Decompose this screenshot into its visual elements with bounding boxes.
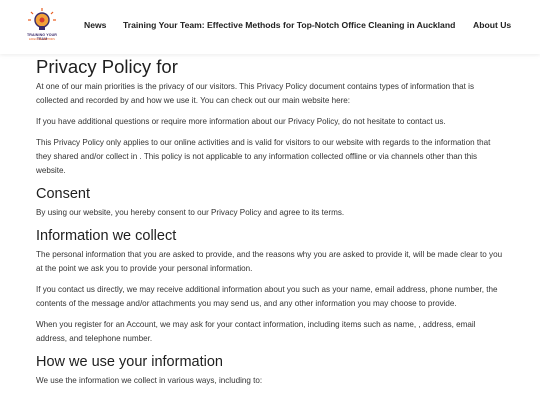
nav-link-training[interactable]: Training Your Team: Effective Methods fo… — [123, 20, 455, 30]
info-collect-heading: Information we collect — [36, 228, 177, 244]
intro-paragraph: This Privacy Policy only applies to our … — [36, 138, 491, 175]
nav-link-about[interactable]: About Us — [473, 20, 511, 30]
lightbulb-logo-icon — [28, 8, 56, 30]
info-collect-paragraph: If you contact us directly, we may recei… — [36, 285, 498, 308]
consent-heading: Consent — [36, 186, 91, 202]
intro-paragraph: At one of our main priorities is the pri… — [36, 82, 474, 105]
site-logo[interactable] — [22, 6, 62, 48]
logo-text-secondary: EFFECTIVE METHODS — [29, 38, 55, 41]
consent-paragraph: By using our website, you hereby consent… — [36, 208, 345, 217]
page-title: Privacy Policy for — [36, 56, 178, 77]
main-content: Privacy Policy for At one of our main pr… — [36, 56, 506, 395]
how-use-paragraph: We use the information we collect in var… — [36, 376, 263, 385]
site-header: TRAINING YOUR TEAM EFFECTIVE METHODS New… — [0, 0, 540, 54]
intro-paragraph: If you have additional questions or requ… — [36, 117, 446, 126]
nav-link-news[interactable]: News — [84, 20, 106, 30]
how-use-heading: How we use your information — [36, 354, 223, 370]
info-collect-paragraph: When you register for an Account, we may… — [36, 320, 476, 343]
info-collect-paragraph: The personal information that you are as… — [36, 250, 503, 273]
